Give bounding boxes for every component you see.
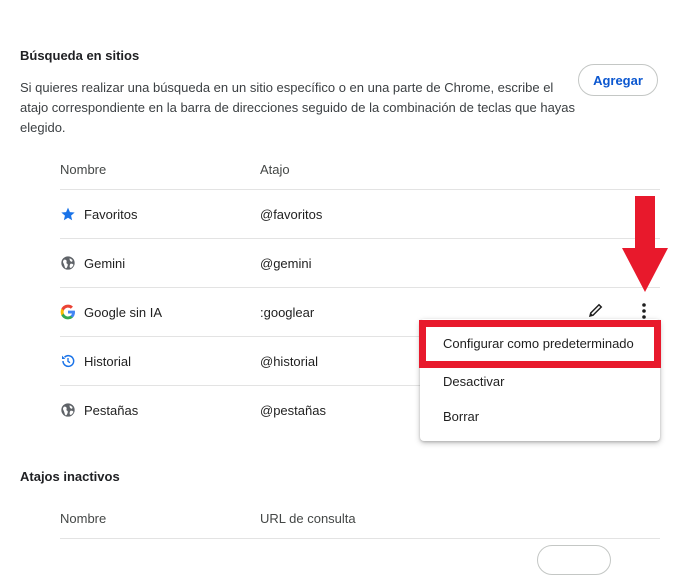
- google-g-icon: [60, 304, 76, 320]
- row-name-gemini: Gemini: [84, 256, 126, 271]
- annotation-highlight-box: [419, 320, 661, 368]
- row-shortcut-historial: @historial: [260, 354, 318, 369]
- row-name-historial: Historial: [84, 354, 131, 369]
- row-name-google-sin-ia: Google sin IA: [84, 305, 163, 320]
- globe-icon: [60, 255, 76, 271]
- menu-item-deactivate[interactable]: Desactivar: [443, 374, 504, 389]
- divider: [60, 287, 660, 288]
- history-icon: [60, 353, 76, 369]
- annotation-arrow-icon: [622, 196, 668, 292]
- divider: [60, 238, 660, 239]
- divider: [60, 189, 660, 190]
- column-header-shortcut: Atajo: [260, 162, 290, 177]
- section-title-site-search: Búsqueda en sitios: [20, 48, 140, 63]
- row-shortcut-pestanas: @pestañas: [260, 403, 326, 418]
- column-header-name-inactive: Nombre: [60, 511, 107, 526]
- row-action-button[interactable]: [537, 545, 611, 575]
- row-shortcut-favoritos: @favoritos: [260, 207, 323, 222]
- section-title-inactive: Atajos inactivos: [20, 469, 120, 484]
- more-vert-icon[interactable]: [636, 301, 652, 321]
- row-shortcut-google-sin-ia: :googlear: [260, 305, 315, 320]
- column-header-url: URL de consulta: [260, 511, 356, 526]
- star-icon: [60, 206, 76, 222]
- add-button[interactable]: Agregar: [578, 64, 658, 96]
- section-description: Si quieres realizar una búsqueda en un s…: [20, 80, 576, 135]
- row-name-pestanas: Pestañas: [84, 403, 139, 418]
- column-header-name: Nombre: [60, 162, 107, 177]
- globe-icon: [60, 402, 76, 418]
- row-name-favoritos: Favoritos: [84, 207, 138, 222]
- row-shortcut-gemini: @gemini: [260, 256, 312, 271]
- divider: [60, 538, 660, 539]
- menu-item-delete[interactable]: Borrar: [443, 409, 479, 424]
- edit-pencil-icon[interactable]: [587, 301, 605, 319]
